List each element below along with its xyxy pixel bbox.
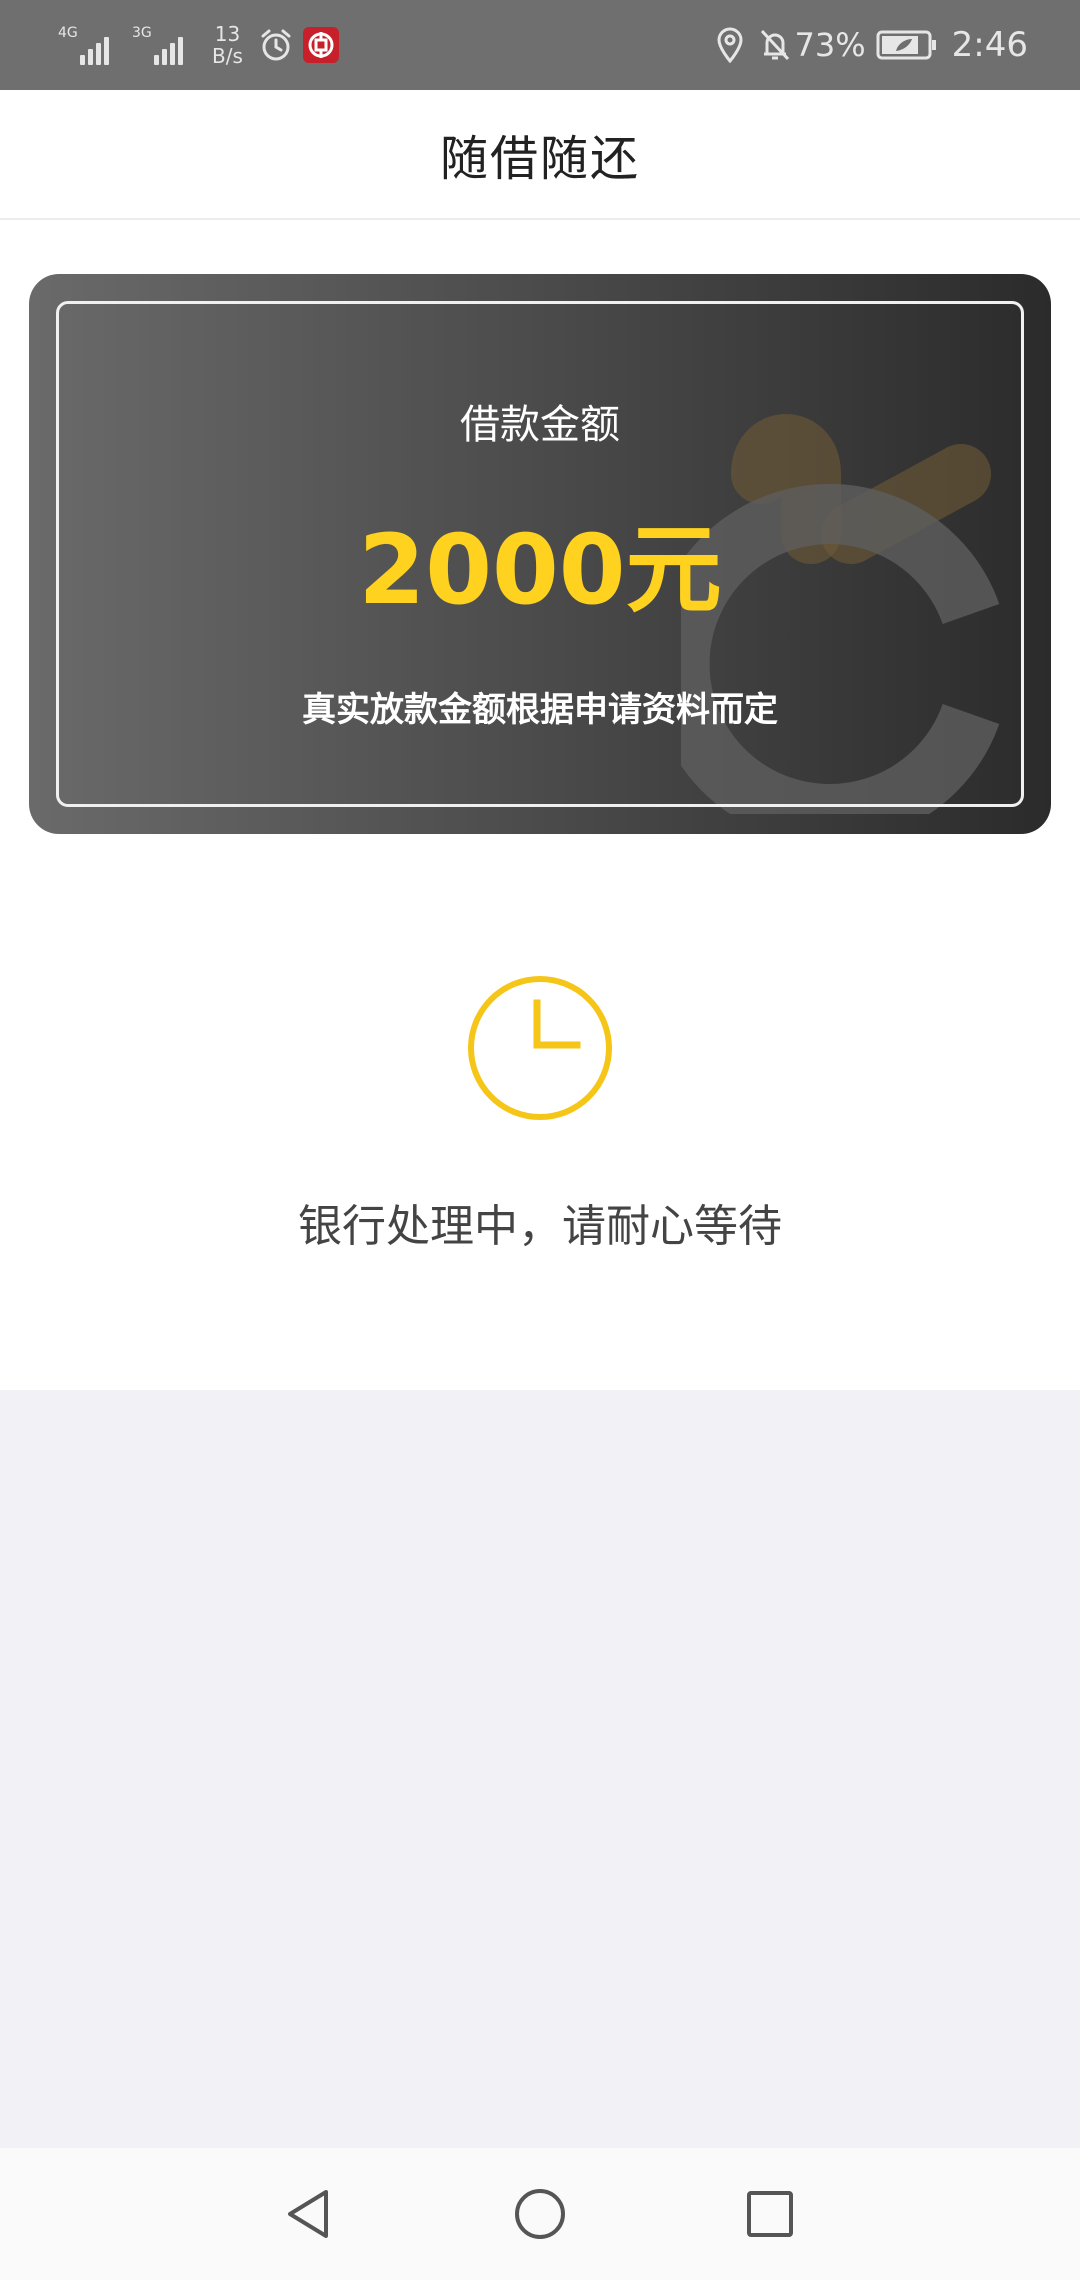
network-speed-value: 13 <box>214 22 241 46</box>
loan-amount-note: 真实放款金额根据申请资料而定 <box>302 690 778 730</box>
signal-strength-3g: 3G <box>132 25 186 65</box>
main-content: 借款金额 2000元 真实放款金额根据申请资料而定 银行处理中，请耐心等待 <box>0 220 1080 1390</box>
network-speed-unit: B/s <box>212 44 243 68</box>
alarm-clock-icon <box>259 28 293 62</box>
bank-app-icon <box>302 27 339 63</box>
home-circle-icon[interactable] <box>512 2186 568 2246</box>
loan-amount-card: 借款金额 2000元 真实放款金额根据申请资料而定 <box>29 274 1051 834</box>
network-type-label: 4G <box>58 25 78 41</box>
status-bar-right: 73% 2:46 <box>715 25 1028 65</box>
network-speed: 13 B/s <box>212 23 243 67</box>
location-pin-icon <box>715 27 745 63</box>
signal-bars-icon <box>80 37 112 65</box>
battery-percentage: 73% <box>794 26 866 64</box>
system-nav-bar <box>0 2148 1080 2280</box>
battery-icon <box>876 29 938 61</box>
screen: 4G 3G 13 B/s 73% 2:46 随借随还 借款金额 2000元 真实… <box>0 0 1080 2280</box>
status-bar: 4G 3G 13 B/s 73% 2:46 <box>0 0 1080 90</box>
signal-strength-4g: 4G <box>58 25 112 65</box>
clock-icon <box>467 975 613 1125</box>
bell-muted-icon <box>759 27 791 63</box>
loan-amount-label: 借款金额 <box>460 402 620 448</box>
loan-amount-value: 2000元 <box>358 514 722 626</box>
signal-bars-icon <box>154 37 186 65</box>
network-type-label: 3G <box>132 25 152 41</box>
status-time: 2:46 <box>951 25 1028 65</box>
status-bar-left: 4G 3G 13 B/s <box>58 23 339 67</box>
recent-square-icon[interactable] <box>742 2186 798 2246</box>
processing-status-message: 银行处理中，请耐心等待 <box>298 1201 782 1252</box>
back-triangle-icon[interactable] <box>282 2186 338 2246</box>
page-title: 随借随还 <box>439 131 640 187</box>
page-header: 随借随还 <box>0 90 1080 220</box>
